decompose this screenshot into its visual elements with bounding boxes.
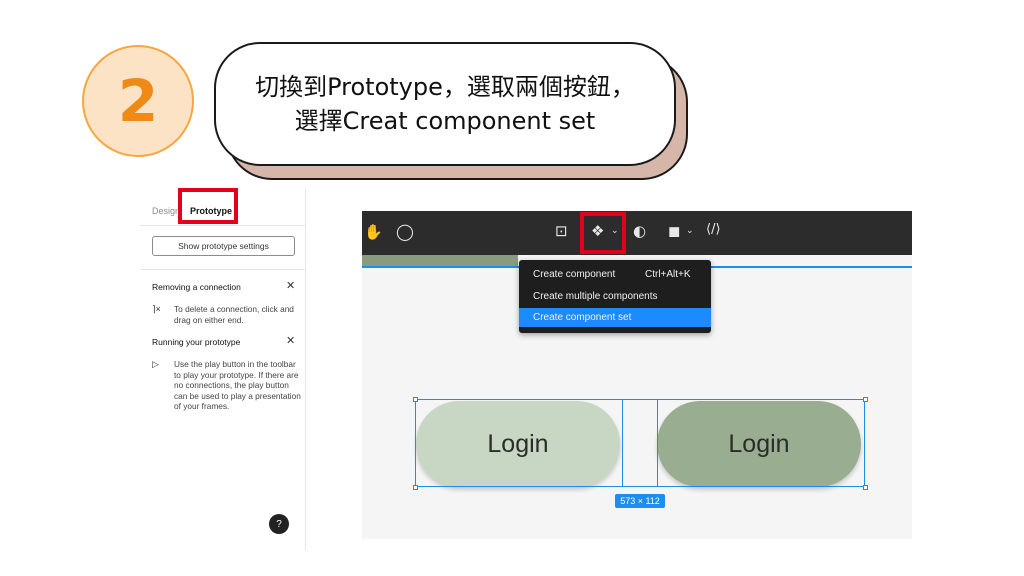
tab-highlight-box (178, 188, 238, 224)
divider (140, 225, 305, 226)
resize-handle[interactable] (863, 397, 868, 402)
close-icon[interactable]: ✕ (286, 336, 295, 347)
instruction-callout: 切換到Prototype，選取兩個按鈕， 選擇Creat component s… (214, 42, 676, 166)
resize-handle[interactable] (863, 485, 868, 490)
close-icon[interactable]: ✕ (286, 281, 295, 292)
step-number-badge: 2 (82, 45, 194, 157)
callout-line-2: 選擇Creat component set (294, 107, 596, 135)
divider (140, 269, 305, 270)
show-prototype-settings-button[interactable]: Show prototype settings (152, 236, 295, 256)
section-text-running-prototype: Use the play button in the toolbar to pl… (174, 359, 301, 412)
show-prototype-settings-label: Show prototype settings (178, 241, 269, 251)
selection-divider (622, 399, 623, 487)
selection-divider (657, 399, 658, 487)
disconnect-icon: ⌉× (152, 304, 161, 314)
resize-handle[interactable] (413, 485, 418, 490)
chevron-down-icon[interactable]: ⌄ (686, 227, 694, 236)
section-title-running-prototype: Running your prototype (152, 337, 241, 347)
play-icon: ▷ (152, 359, 159, 369)
resize-handle[interactable] (413, 397, 418, 402)
menu-item-label: Create component set (533, 312, 632, 323)
section-title-removing-connection: Removing a connection (152, 282, 241, 292)
properties-panel: Design Prototype Show prototype settings… (140, 188, 306, 550)
selection-box (415, 399, 865, 487)
comment-icon[interactable]: ◯ (396, 224, 414, 240)
code-icon[interactable]: ⟨/⟩ (706, 223, 721, 236)
component-dropdown-menu: Create component Ctrl+Alt+K Create multi… (519, 260, 711, 333)
help-button[interactable]: ? (269, 514, 289, 534)
tab-design[interactable]: Design (152, 206, 180, 216)
toolbar: ✋ ◯ ⊡ ❖ ⌄ ◐ ◼ ⌄ ⟨/⟩ (362, 211, 912, 255)
menu-item-shortcut: Ctrl+Alt+K (645, 269, 691, 280)
menu-item-label: Create multiple components (533, 291, 658, 302)
menu-item-create-component[interactable]: Create component Ctrl+Alt+K (519, 265, 711, 284)
help-icon: ? (276, 518, 282, 530)
section-text-removing-connection: To delete a connection, click and drag o… (174, 304, 294, 325)
menu-item-create-component-set[interactable]: Create component set (519, 308, 711, 327)
menu-item-label: Create component (533, 269, 616, 280)
hand-icon[interactable]: ✋ (364, 225, 383, 240)
selection-size-label: 573 × 112 (620, 496, 660, 506)
boolean-icon[interactable]: ◼ (668, 224, 680, 239)
contrast-icon[interactable]: ◐ (633, 224, 646, 239)
frame-icon[interactable]: ⊡ (555, 224, 568, 239)
design-canvas[interactable]: ✋ ◯ ⊡ ❖ ⌄ ◐ ◼ ⌄ ⟨/⟩ Create component Ctr… (362, 211, 912, 539)
menu-item-create-multiple-components[interactable]: Create multiple components (519, 287, 711, 306)
step-number: 2 (117, 67, 159, 135)
callout-line-1: 切換到Prototype，選取兩個按鈕， (255, 73, 635, 101)
selection-size-badge: 573 × 112 (615, 494, 665, 508)
component-highlight-box (580, 212, 626, 254)
